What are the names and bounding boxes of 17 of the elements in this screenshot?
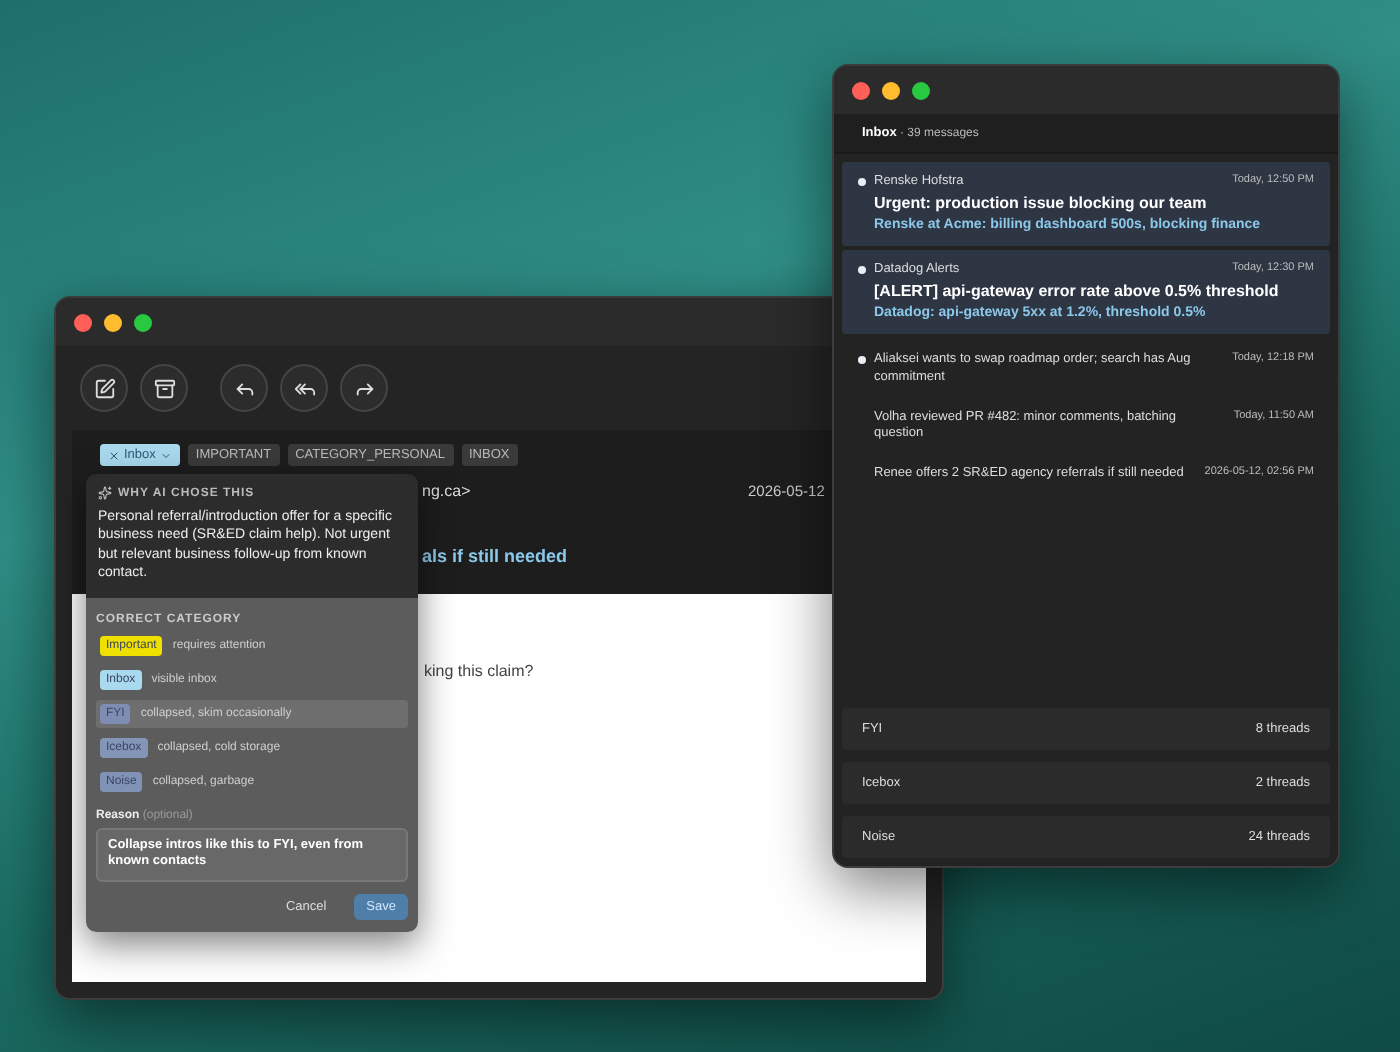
message-subject: Urgent: production issue blocking our team [872,194,1209,212]
reply-button[interactable] [220,364,268,412]
sender-address: ng.ca> [422,482,471,500]
compose-icon [93,377,115,399]
forward-button[interactable] [340,364,388,412]
archive-icon [153,377,175,399]
compose-button[interactable] [80,364,128,412]
body-text: king this claim? [424,662,534,680]
reply-icon [233,377,255,399]
remove-icon[interactable] [108,449,120,461]
archive-button[interactable] [140,364,188,412]
reply-all-icon [293,377,315,399]
message-subject: [ALERT] api-gateway error rate above 0.5% threshold [872,282,1281,300]
reply-all-button[interactable] [280,364,328,412]
forward-icon [353,377,375,399]
sparkle-icon [98,486,112,500]
message-subject: als if still needed [422,546,568,566]
